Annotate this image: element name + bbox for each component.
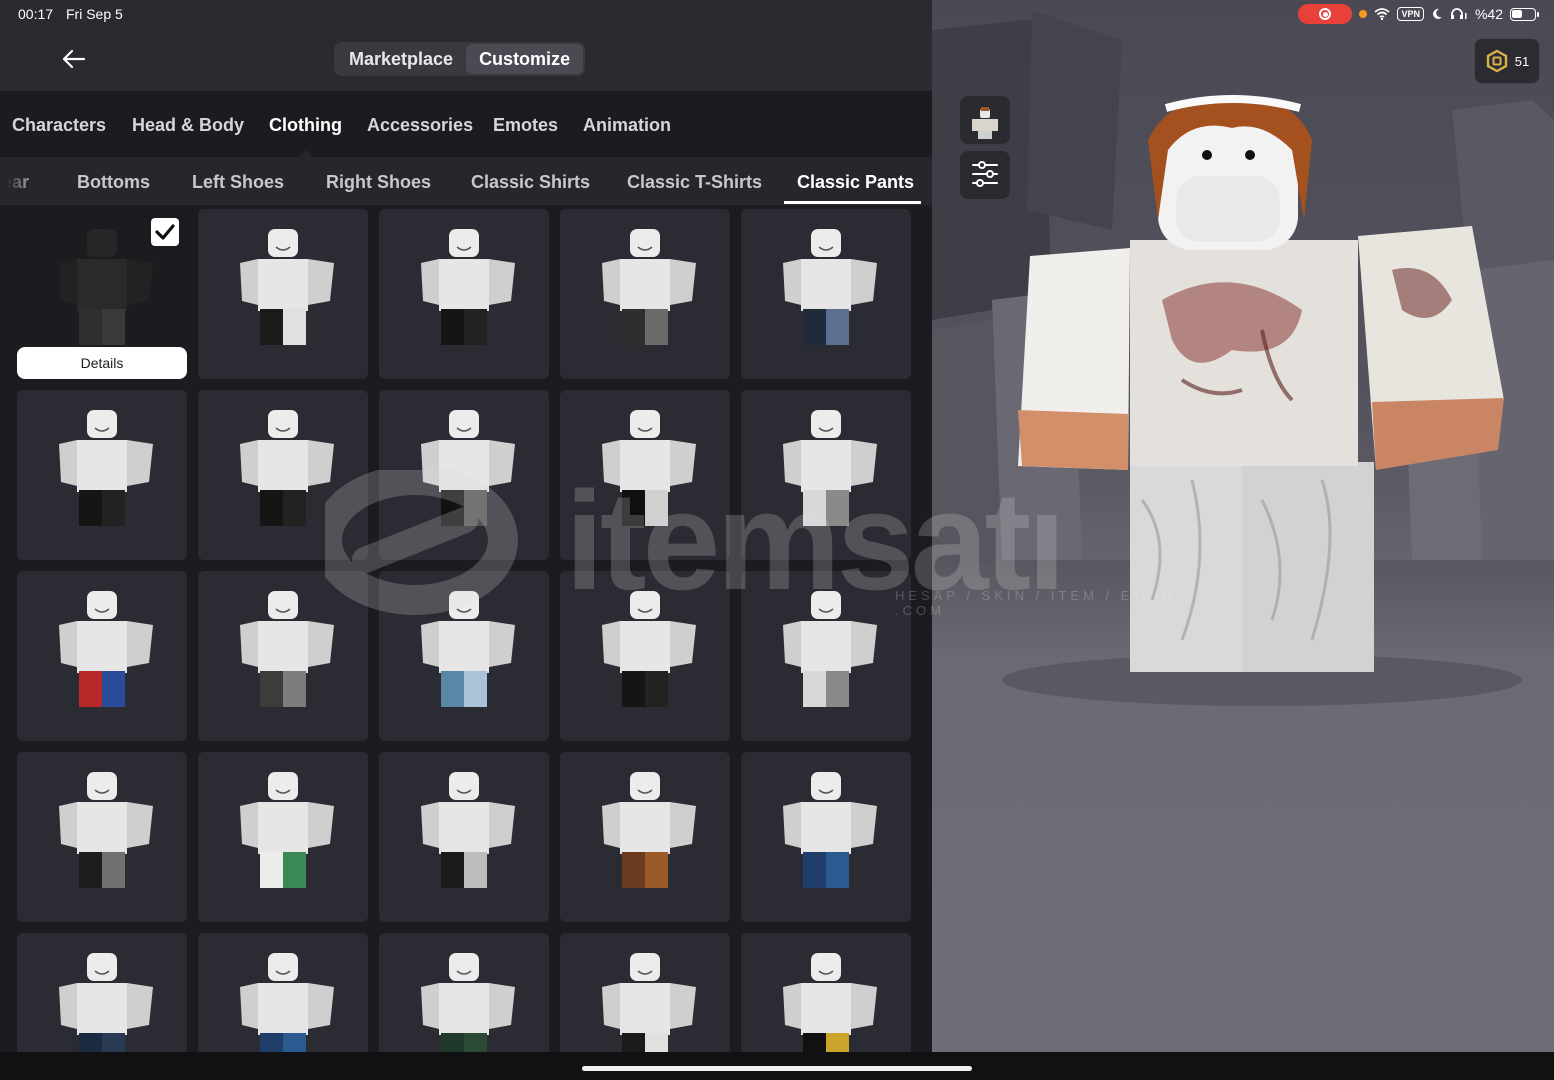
item-tile[interactable]	[198, 933, 368, 1052]
moon-icon	[1433, 8, 1442, 19]
avatar-item-thumbnail	[240, 410, 334, 526]
robux-balance-button[interactable]: 51	[1474, 38, 1540, 84]
avatar-item-thumbnail	[59, 591, 153, 707]
tab-bottoms[interactable]: Bottoms	[77, 172, 150, 193]
item-grid: Details	[17, 209, 911, 1052]
mic-indicator-icon	[1359, 10, 1368, 18]
avatar-item-thumbnail	[421, 953, 515, 1052]
avatar-item-thumbnail	[783, 410, 877, 526]
sliders-icon	[972, 161, 998, 187]
tab-clothing[interactable]: Clothing	[269, 115, 342, 136]
robux-icon	[1486, 49, 1507, 73]
item-tile[interactable]	[741, 390, 911, 560]
avatar-item-thumbnail	[602, 953, 696, 1052]
item-tile[interactable]	[379, 390, 549, 560]
headphones-icon	[1450, 8, 1467, 19]
item-tile[interactable]	[198, 752, 368, 922]
item-tile[interactable]	[379, 752, 549, 922]
item-tile[interactable]	[741, 933, 911, 1052]
item-tile[interactable]	[560, 933, 730, 1052]
tab-accessories[interactable]: Accessories	[367, 115, 473, 136]
item-tile[interactable]	[17, 390, 187, 560]
tab-classic-pants[interactable]: Classic Pants	[797, 172, 914, 193]
avatar-item-thumbnail	[240, 772, 334, 888]
item-tile[interactable]	[741, 571, 911, 741]
avatar-item-thumbnail	[783, 229, 877, 345]
item-tile[interactable]: Details	[17, 209, 187, 379]
avatar-item-thumbnail	[783, 953, 877, 1052]
avatar-item-thumbnail	[421, 229, 515, 345]
item-tile[interactable]	[560, 752, 730, 922]
item-tile[interactable]	[17, 571, 187, 741]
tab-classic-tshirts[interactable]: Classic T-Shirts	[627, 172, 762, 193]
tab-marketplace[interactable]: Marketplace	[336, 44, 466, 74]
back-arrow-icon	[62, 49, 86, 69]
avatar-item-thumbnail	[59, 410, 153, 526]
avatar-editor-screen: Marketplace Customize Characters Head & …	[0, 0, 1554, 1080]
vpn-badge: VPN	[1397, 7, 1424, 21]
avatar-item-thumbnail	[602, 410, 696, 526]
avatar-item-thumbnail	[602, 229, 696, 345]
item-tile[interactable]	[560, 209, 730, 379]
tab-right-shoes[interactable]: Right Shoes	[326, 172, 431, 193]
item-tile[interactable]	[198, 209, 368, 379]
screen-recording-icon[interactable]	[1298, 4, 1353, 24]
item-tile[interactable]	[379, 209, 549, 379]
avatar-item-thumbnail	[240, 591, 334, 707]
avatar-item-thumbnail	[783, 591, 877, 707]
adjust-settings-button[interactable]	[960, 151, 1010, 199]
status-date: Fri Sep 5	[66, 6, 123, 22]
item-tile[interactable]	[741, 209, 911, 379]
item-tile[interactable]	[17, 752, 187, 922]
item-tile[interactable]	[379, 933, 549, 1052]
avatar-thumbnail-icon	[972, 107, 998, 139]
avatar-item-thumbnail	[421, 410, 515, 526]
status-bar: 00:17 Fri Sep 5 VPN %42	[0, 0, 1554, 28]
catalog-panel: Marketplace Customize Characters Head & …	[0, 0, 932, 1052]
category-tabs: Characters Head & Body Clothing Accessor…	[0, 91, 932, 157]
avatar-item-thumbnail	[59, 772, 153, 888]
item-tile[interactable]	[560, 571, 730, 741]
tab-customize[interactable]: Customize	[466, 44, 584, 74]
robux-count: 51	[1514, 53, 1530, 69]
battery-percent: %42	[1474, 6, 1503, 22]
tab-characters[interactable]: Characters	[12, 115, 106, 136]
back-button[interactable]	[58, 44, 90, 74]
subcategory-tabs: ear Bottoms Left Shoes Right Shoes Class…	[0, 157, 932, 205]
avatar-item-thumbnail	[602, 591, 696, 707]
item-tile[interactable]	[17, 933, 187, 1052]
item-tile[interactable]	[379, 571, 549, 741]
status-icons: VPN %42	[1298, 3, 1539, 25]
avatar-item-thumbnail	[59, 953, 153, 1052]
item-tile[interactable]	[741, 752, 911, 922]
tab-animation[interactable]: Animation	[583, 115, 671, 136]
wifi-icon	[1374, 8, 1391, 20]
active-subtab-underline	[784, 201, 921, 204]
avatar-item-thumbnail	[240, 229, 334, 345]
avatar-item-thumbnail	[240, 953, 334, 1052]
tab-emotes[interactable]: Emotes	[493, 115, 558, 136]
details-button[interactable]: Details	[17, 347, 187, 379]
checkmark-icon	[155, 224, 175, 240]
avatar-item-thumbnail	[602, 772, 696, 888]
tab-head-body[interactable]: Head & Body	[132, 115, 244, 136]
mode-switch: Marketplace Customize	[334, 42, 586, 76]
checkbox-checked[interactable]	[151, 218, 179, 246]
status-time: 00:17	[18, 6, 54, 22]
item-tile[interactable]	[198, 571, 368, 741]
avatar-item-thumbnail	[783, 772, 877, 888]
avatar-figure	[1018, 95, 1504, 672]
battery-icon	[1510, 7, 1539, 21]
avatar-preview	[932, 0, 1554, 1052]
avatar-item-thumbnail	[421, 772, 515, 888]
item-tile[interactable]	[198, 390, 368, 560]
tab-classic-shirts[interactable]: Classic Shirts	[471, 172, 590, 193]
item-tile[interactable]	[560, 390, 730, 560]
tab-left-shoes[interactable]: Left Shoes	[192, 172, 284, 193]
avatar-thumbnail-button[interactable]	[960, 96, 1010, 144]
home-indicator[interactable]	[582, 1066, 972, 1071]
avatar-item-thumbnail	[421, 591, 515, 707]
scroll-fade	[0, 157, 36, 205]
